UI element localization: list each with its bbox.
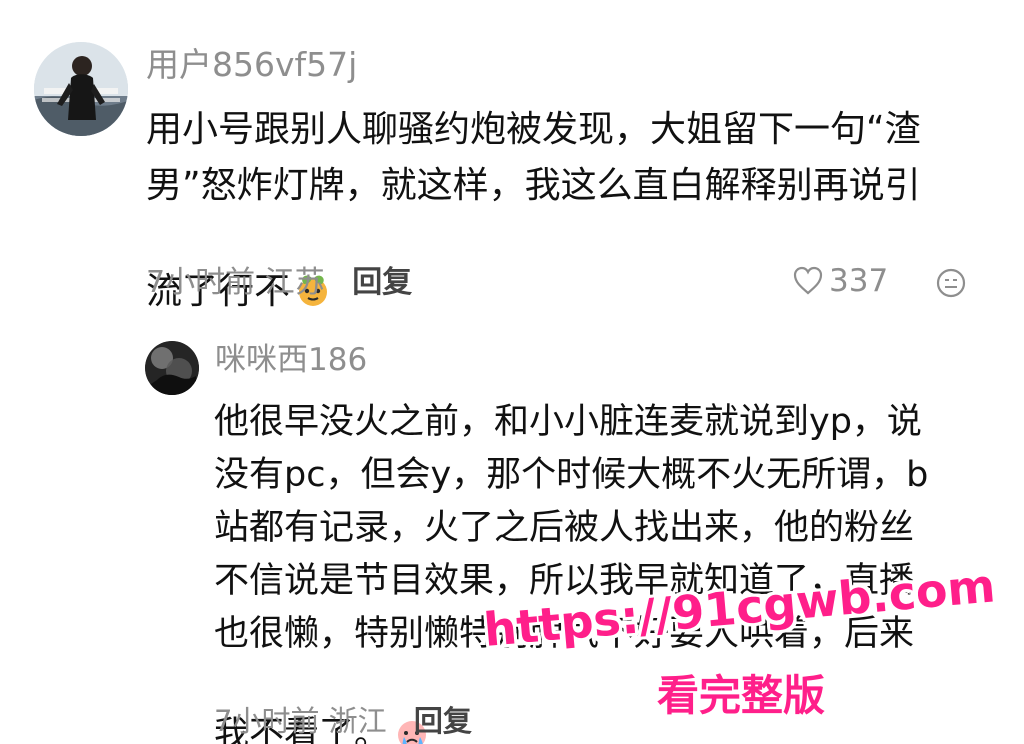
like-button[interactable]: 337 <box>791 264 888 298</box>
heart-icon <box>793 266 823 295</box>
crying-face-emoji-icon <box>393 661 431 744</box>
reply-avatar[interactable] <box>145 341 199 395</box>
reply-reply-button[interactable]: 回复 <box>414 704 472 738</box>
reply-username[interactable]: 咪咪西186 <box>215 345 367 376</box>
reply-time: 7小时前 <box>214 704 320 738</box>
peach-face-emoji-icon <box>294 214 332 306</box>
person-avatar-icon <box>34 42 128 136</box>
comment-username[interactable]: 用户856vf57j <box>146 48 357 81</box>
reply-meta: 7小时前 浙江 回复 <box>214 707 472 736</box>
comment-time: 7小时前 <box>146 265 256 300</box>
like-count: 337 <box>829 262 889 299</box>
comment-location: 江苏 <box>264 265 325 300</box>
comment-screenshot: 用户856vf57j 用小号跟别人聊骚约炮被发现，大姐留下一句“渣 男”怒炸灯牌… <box>0 0 1024 744</box>
user-avatar[interactable] <box>34 42 128 136</box>
dark-avatar-icon <box>145 341 199 395</box>
watermark-subtitle: 看完整版 <box>657 671 826 720</box>
comment-reply-button[interactable]: 回复 <box>352 265 412 300</box>
dislike-face-icon[interactable] <box>934 266 968 300</box>
comment-meta: 7小时前 江苏 回复 <box>146 268 412 298</box>
reply-location: 浙江 <box>328 704 387 738</box>
